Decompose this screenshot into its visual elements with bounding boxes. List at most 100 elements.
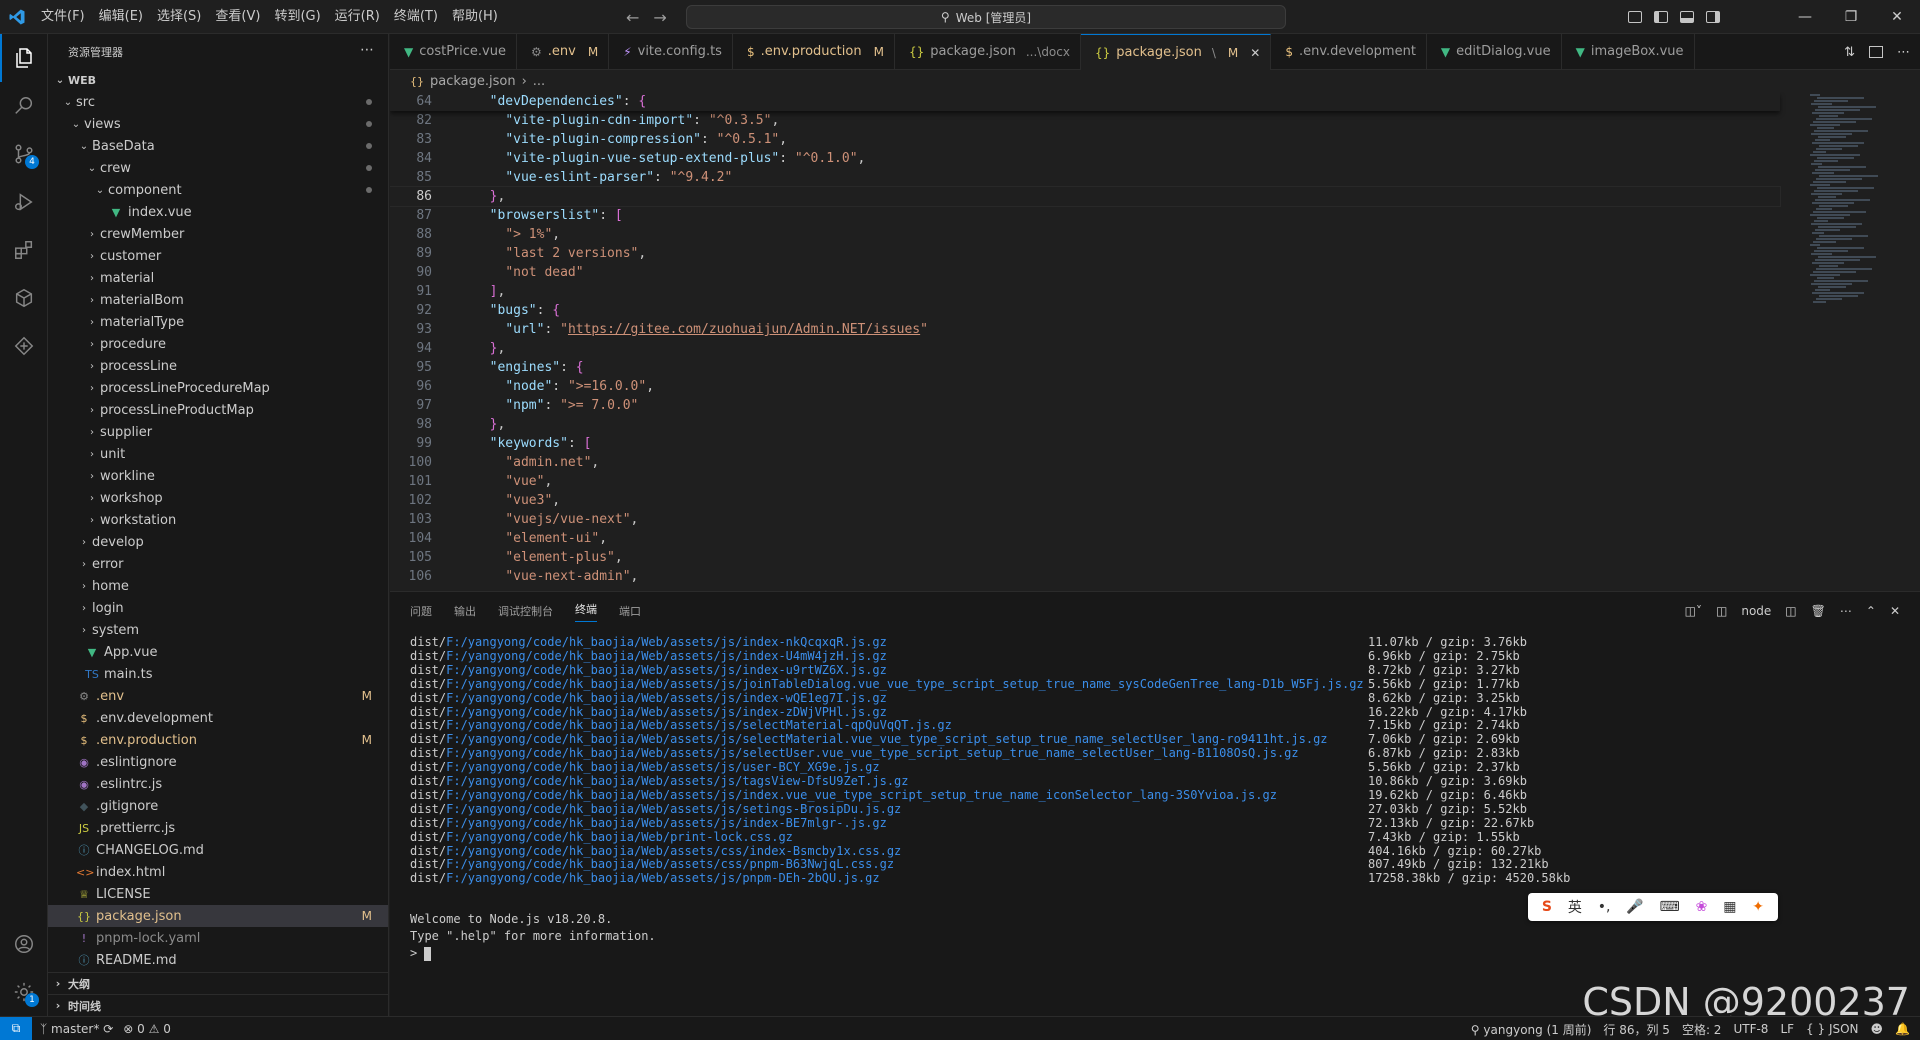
file-item[interactable]: ! pnpm-lock.yaml <box>48 927 388 949</box>
toolbox-grid-icon[interactable]: ▦ <box>1723 899 1736 915</box>
code-line[interactable]: 105 "element-plus", <box>390 548 1780 567</box>
file-item[interactable]: ◉ .eslintrc.js <box>48 773 388 795</box>
menu-item[interactable]: 转到(G) <box>267 0 327 34</box>
source-control-icon[interactable]: 4 <box>0 130 48 178</box>
file-item[interactable]: {} package.json M <box>48 905 388 927</box>
editor-tab[interactable]: ⚙ .env M <box>517 34 610 69</box>
manage-gear-icon[interactable]: 1 <box>0 968 48 1016</box>
mascot-icon[interactable]: ✦ <box>1752 899 1764 915</box>
forward-arrow-icon[interactable]: → <box>653 8 666 27</box>
code-line[interactable]: 98 }, <box>390 415 1780 434</box>
terminal-path-link[interactable]: F:/yangyong/code/hk_baojia/Web/assets/js… <box>446 774 908 788</box>
code-line[interactable]: 97 "npm": ">= 7.0.0" <box>390 396 1780 415</box>
more-actions-icon[interactable]: ⋯ <box>1840 604 1852 618</box>
terminal-output[interactable]: dist/F:/yangyong/code/hk_baojia/Web/asse… <box>390 630 1890 1017</box>
run-debug-icon[interactable] <box>0 178 48 226</box>
panel-tab[interactable]: 终端 <box>575 601 597 622</box>
folder-item[interactable]: › materialType <box>48 311 388 333</box>
folder-item[interactable]: › workstation <box>48 509 388 531</box>
code-line[interactable]: 101 "vue", <box>390 472 1780 491</box>
terminal-shell-icon[interactable]: ◫ <box>1716 604 1727 618</box>
terminal-path-link[interactable]: F:/yangyong/code/hk_baojia/Web/assets/js… <box>446 718 952 732</box>
split-editor-icon[interactable] <box>1869 46 1883 58</box>
split-panel-icon[interactable]: ◫ <box>1785 604 1796 618</box>
code-line[interactable]: 99 "keywords": [ <box>390 434 1780 453</box>
panel-tab[interactable]: 端口 <box>619 603 641 619</box>
explorer-icon[interactable] <box>0 34 48 82</box>
copilot-icon[interactable]: ☻ <box>1871 1022 1884 1036</box>
menu-item[interactable]: 帮助(H) <box>445 0 505 34</box>
close-window-icon[interactable]: ✕ <box>1874 0 1920 34</box>
terminal-path-link[interactable]: F:/yangyong/code/hk_baojia/Web/assets/js… <box>446 677 1364 691</box>
menu-item[interactable]: 运行(R) <box>328 0 387 34</box>
folder-item[interactable]: ⌄ BaseData <box>48 135 388 157</box>
folder-item[interactable]: › system <box>48 619 388 641</box>
code-line[interactable]: 94 }, <box>390 339 1780 358</box>
problems-status[interactable]: ⊗ 0 ⚠ 0 <box>123 1022 171 1036</box>
code-line[interactable]: 93 "url": "https://gitee.com/zuohuaijun/… <box>390 320 1780 339</box>
code-line[interactable]: 83 "vite-plugin-compression": "^0.5.1", <box>390 130 1780 149</box>
folder-item[interactable]: ⌄ src <box>48 91 388 113</box>
file-item[interactable]: ◉ .eslintignore <box>48 751 388 773</box>
terminal-path-link[interactable]: F:/yangyong/code/hk_baojia/Web/assets/js… <box>446 705 887 719</box>
code-line[interactable]: 86 }, <box>390 186 1781 207</box>
folder-item[interactable]: › unit <box>48 443 388 465</box>
microphone-icon[interactable]: 🎤 <box>1626 899 1643 915</box>
sidebar-section[interactable]: › 时间线 <box>48 994 388 1016</box>
folder-item[interactable]: › customer <box>48 245 388 267</box>
code-line[interactable]: 104 "element-ui", <box>390 529 1780 548</box>
file-item[interactable]: ▼ index.vue <box>48 201 388 223</box>
language-mode[interactable]: { } JSON <box>1806 1022 1859 1036</box>
terminal-path-link[interactable]: F:/yangyong/code/hk_baojia/Web/assets/js… <box>446 746 1299 760</box>
minimize-icon[interactable]: — <box>1782 0 1828 34</box>
remote-indicator-icon[interactable]: ⧉ <box>0 1016 32 1040</box>
folder-item[interactable]: › home <box>48 575 388 597</box>
punctuation-icon[interactable]: •, <box>1598 899 1611 915</box>
git-blame-status[interactable]: ⚲ yangyong (1 周前) <box>1471 1021 1592 1038</box>
file-item[interactable]: $ .env.development <box>48 707 388 729</box>
folder-item[interactable]: ⌄ views <box>48 113 388 135</box>
terminal-path-link[interactable]: F:/yangyong/code/hk_baojia/Web/assets/js… <box>446 732 1327 746</box>
terminal-path-link[interactable]: F:/yangyong/code/hk_baojia/Web/assets/cs… <box>446 857 894 871</box>
folder-item[interactable]: › workshop <box>48 487 388 509</box>
file-item[interactable]: ♕ LICENSE <box>48 883 388 905</box>
workspace-root[interactable]: ⌄ WEB <box>48 69 388 91</box>
terminal-path-link[interactable]: F:/yangyong/code/hk_baojia/Web/assets/js… <box>446 788 1277 802</box>
search-icon[interactable] <box>0 82 48 130</box>
terminal-path-link[interactable]: F:/yangyong/code/hk_baojia/Web/assets/js… <box>446 663 887 677</box>
code-line[interactable]: 103 "vuejs/vue-next", <box>390 510 1780 529</box>
toggle-panel-icon[interactable] <box>1680 11 1694 23</box>
code-line[interactable]: 95 "engines": { <box>390 358 1780 377</box>
code-line[interactable]: 90 "not dead" <box>390 263 1780 282</box>
terminal-path-link[interactable]: F:/yangyong/code/hk_baojia/Web/assets/js… <box>446 649 887 663</box>
folder-item[interactable]: › develop <box>48 531 388 553</box>
sync-icon[interactable]: ⟳ <box>103 1022 113 1036</box>
terminal-path-link[interactable]: F:/yangyong/code/hk_baojia/Web/assets/js… <box>446 691 887 705</box>
extensions-icon[interactable] <box>0 226 48 274</box>
folder-item[interactable]: › supplier <box>48 421 388 443</box>
ime-mode-toggle[interactable]: 英 <box>1568 897 1582 917</box>
folder-item[interactable]: › processLineProcedureMap <box>48 377 388 399</box>
terminal-shell-name[interactable]: node <box>1741 604 1771 618</box>
folder-item[interactable]: › workline <box>48 465 388 487</box>
terminal-path-link[interactable]: F:/yangyong/code/hk_baojia/Web/assets/js… <box>446 871 879 885</box>
skin-icon[interactable]: ❀ <box>1696 899 1708 915</box>
file-item[interactable]: JS .prettierrc.js <box>48 817 388 839</box>
code-line[interactable]: 84 "vite-plugin-vue-setup-extend-plus": … <box>390 149 1780 168</box>
sticky-scroll-line[interactable]: 64 "devDependencies": { <box>390 92 1780 111</box>
file-item[interactable]: $ .env.production M <box>48 729 388 751</box>
more-actions-icon[interactable]: ⋯ <box>1897 45 1910 60</box>
back-arrow-icon[interactable]: ← <box>626 8 639 27</box>
terminal-path-link[interactable]: F:/yangyong/code/hk_baojia/Web/assets/js… <box>446 635 887 649</box>
code-line[interactable]: 82 "vite-plugin-cdn-import": "^0.3.5", <box>390 111 1780 130</box>
breadcrumb-file[interactable]: package.json <box>430 74 516 89</box>
close-tab-icon[interactable]: ✕ <box>1250 46 1260 60</box>
code-line[interactable]: 88 "> 1%", <box>390 225 1780 244</box>
file-item[interactable]: <> index.html <box>48 861 388 883</box>
folder-item[interactable]: › material <box>48 267 388 289</box>
folder-item[interactable]: ⌄ crew <box>48 157 388 179</box>
editor-tab[interactable]: {} package.json ...\docx <box>895 34 1081 69</box>
remote-explorer-icon[interactable] <box>0 274 48 322</box>
file-item[interactable]: TS main.ts <box>48 663 388 685</box>
folder-item[interactable]: › procedure <box>48 333 388 355</box>
